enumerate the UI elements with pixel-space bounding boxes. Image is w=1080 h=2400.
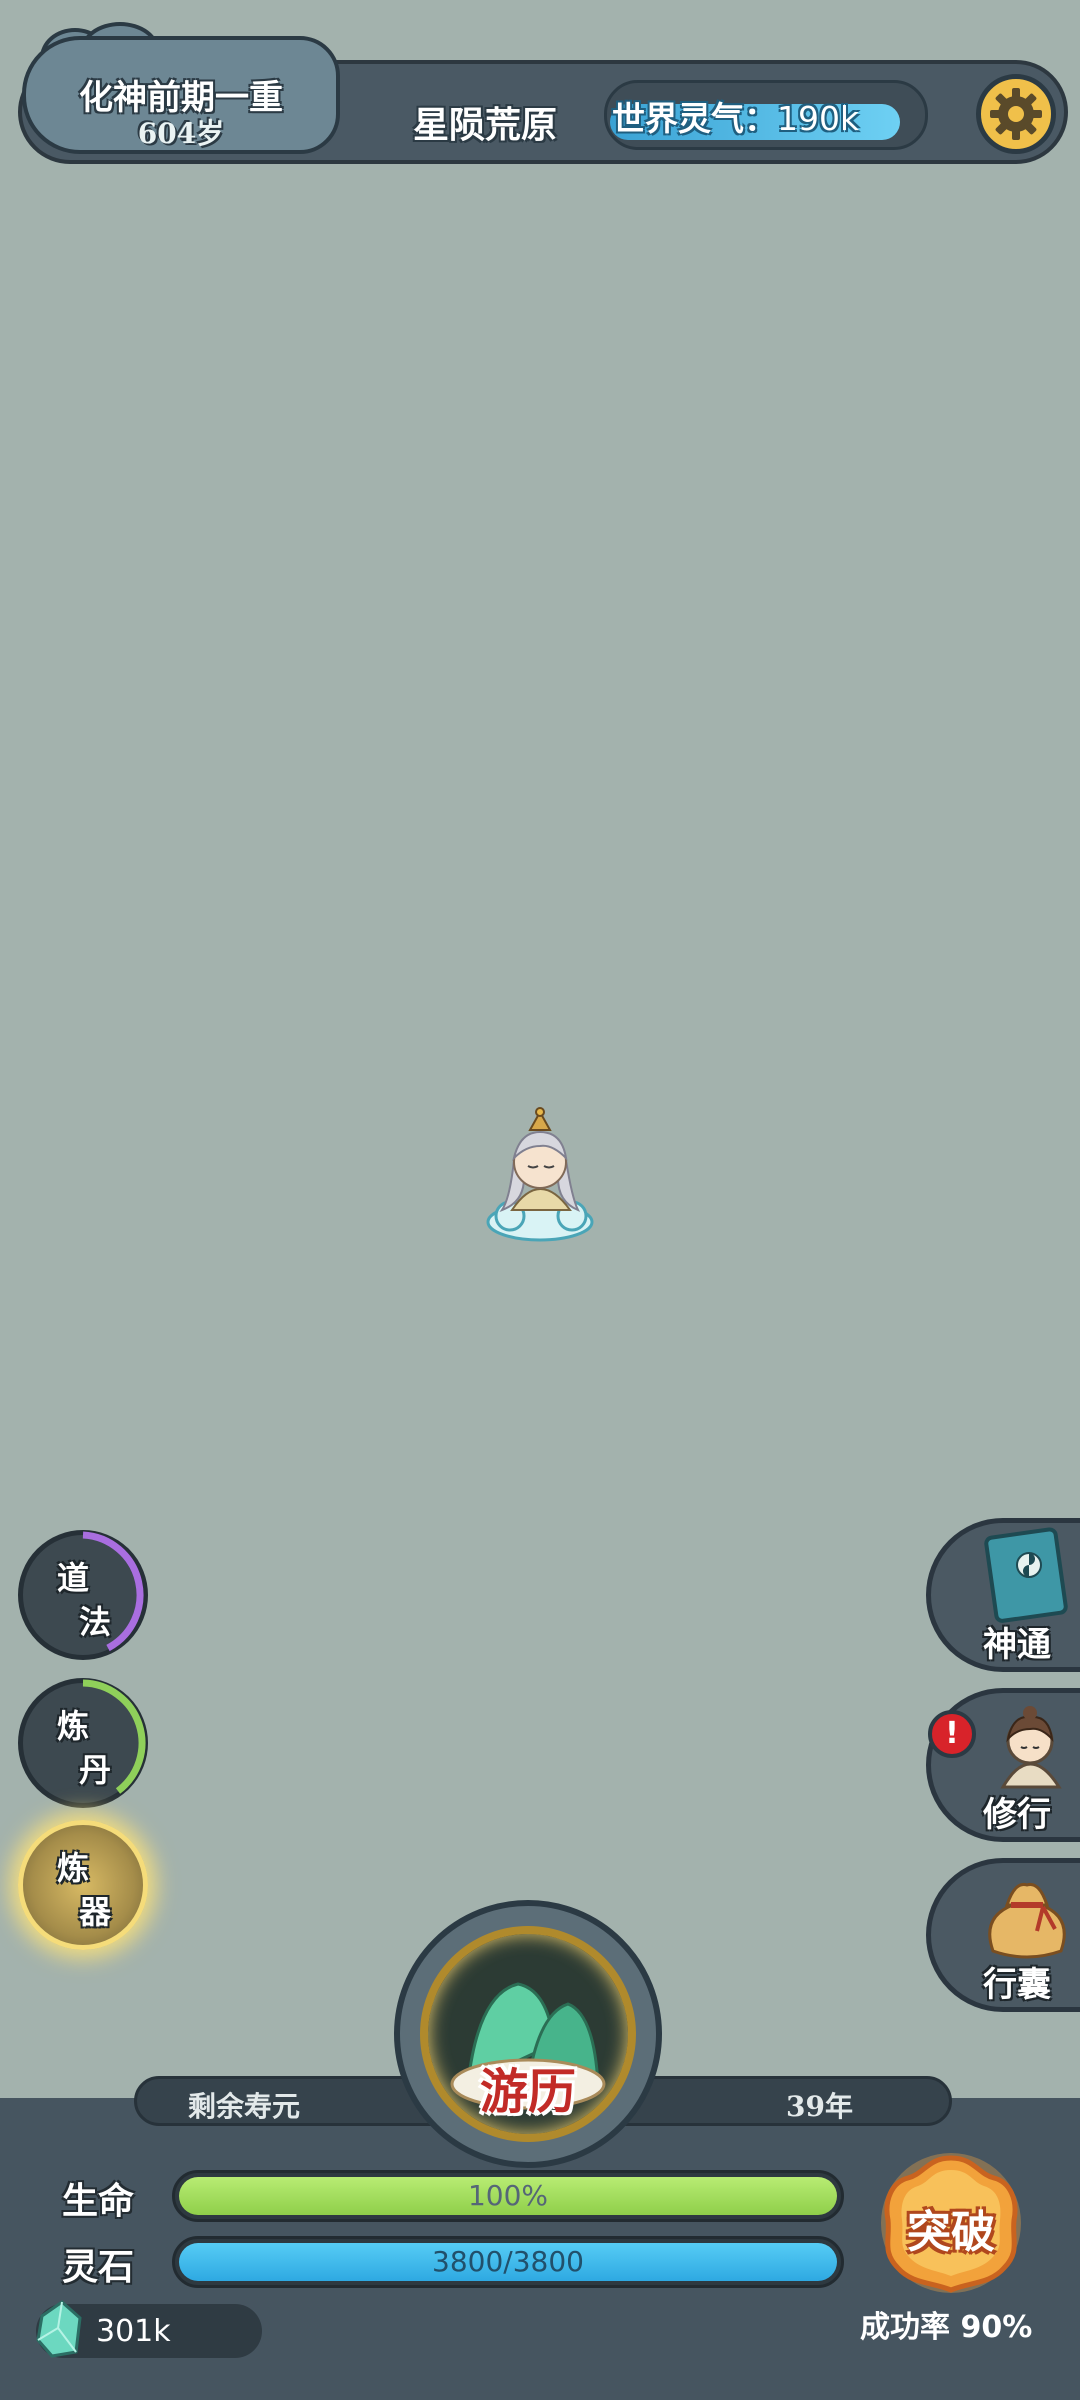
lifespan-value: 39年 (786, 2090, 853, 2123)
spirit-stone-bar: 3800/3800 (172, 2236, 844, 2288)
lifespan-label: 剩余寿元 (188, 2090, 301, 2123)
settings-button[interactable] (976, 74, 1056, 154)
xingnang-button[interactable]: 行囊 (926, 1858, 1080, 2012)
shentong-button[interactable]: 神通 (926, 1518, 1080, 1672)
world-qi-label: 世界灵气： (612, 99, 777, 138)
lianqi-label-2: 器 (79, 1893, 112, 1931)
travel-label: 游历 (479, 2064, 576, 2120)
success-rate: 成功率 90% (860, 2310, 1033, 2345)
currency-value: 301k (96, 2314, 171, 2349)
daofa-label-1: 道 (57, 1559, 90, 1597)
hp-text: 100% (467, 2179, 549, 2212)
world-qi-value: 190k (777, 99, 860, 138)
bag-icon (988, 1882, 1066, 1959)
shentong-label: 神通 (983, 1625, 1051, 1665)
breakthrough-label: 突破 (907, 2207, 995, 2258)
jade-gem-icon (36, 2300, 82, 2358)
xingnang-label: 行囊 (983, 1965, 1051, 2005)
daofa-label-2: 法 (79, 1603, 112, 1641)
hp-label: 生命 (62, 2181, 135, 2222)
disciple-icon (1000, 1706, 1062, 1789)
xiuxing-label: 修行 (983, 1795, 1051, 1835)
xiuxing-alert-badge: ! (928, 1710, 976, 1758)
gear-icon (990, 88, 1042, 140)
world-qi-text: 世界灵气：190k (612, 92, 922, 140)
hp-bar: 100% (172, 2170, 844, 2222)
lianqi-label-1: 炼 (57, 1849, 90, 1887)
lianqi-button[interactable]: 炼 器 (18, 1820, 148, 1950)
liandan-button[interactable]: 炼 丹 (18, 1678, 148, 1808)
player-character[interactable] (480, 1098, 600, 1246)
spirit-stone-text: 3800/3800 (432, 2245, 584, 2278)
spirit-stone-label: 灵石 (62, 2247, 135, 2288)
daofa-button[interactable]: 道 法 (18, 1530, 148, 1660)
liandan-label-2: 丹 (79, 1751, 112, 1789)
location-name: 星陨荒原 (412, 105, 557, 146)
character-age: 604岁 (137, 117, 225, 150)
liandan-label-1: 炼 (57, 1707, 90, 1745)
book-icon (984, 1527, 1068, 1623)
